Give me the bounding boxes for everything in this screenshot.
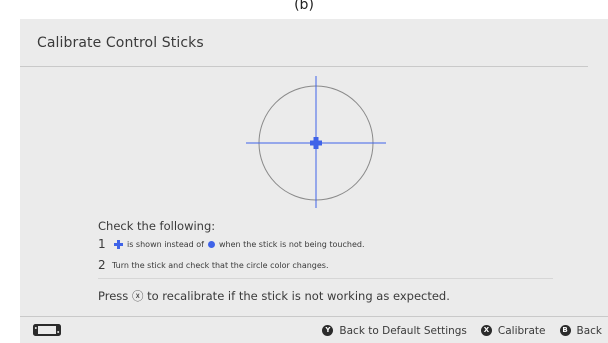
figure-label: (b): [294, 0, 314, 13]
checklist-heading: Check the following:: [98, 219, 216, 233]
page-title: Calibrate Control Sticks: [37, 35, 204, 51]
calibration-screen: Calibrate Control Sticks Check the follo…: [20, 19, 608, 343]
recalibrate-note: Press ⓧ to recalibrate if the stick is n…: [98, 288, 450, 304]
blue-plus-icon: [114, 239, 123, 249]
footer-actions: Y Back to Default Settings X Calibrate B…: [322, 317, 602, 343]
note-prefix: Press: [98, 289, 129, 303]
checklist-item-1: 1 is shown instead of when the stick is …: [98, 236, 365, 252]
page-header: Calibrate Control Sticks: [20, 19, 588, 67]
footer-bar: Y Back to Default Settings X Calibrate B…: [20, 316, 608, 343]
stick-center-plus-h: [310, 140, 322, 146]
back-button[interactable]: B Back: [559, 324, 603, 337]
x-button-icon: X: [480, 325, 492, 336]
back-to-default-settings-button[interactable]: Y Back to Default Settings: [322, 324, 467, 337]
action-label: Back: [576, 324, 603, 337]
checklist-text: is shown instead of: [127, 239, 204, 249]
checklist-text: when the stick is not being touched.: [218, 239, 365, 249]
stick-position-diagram: [246, 76, 386, 208]
checklist-number: 1: [98, 237, 106, 251]
y-button-icon: Y: [322, 325, 334, 336]
b-button-icon: B: [559, 325, 571, 336]
action-label: Calibrate: [497, 324, 546, 337]
calibrate-button[interactable]: X Calibrate: [480, 324, 546, 337]
blue-dot-icon: [207, 240, 215, 248]
action-label: Back to Default Settings: [339, 324, 467, 337]
checklist-item-2: 2 Turn the stick and check that the circ…: [98, 257, 329, 273]
checklist-number: 2: [98, 258, 106, 272]
note-suffix: to recalibrate if the stick is not worki…: [147, 289, 450, 303]
divider: [98, 278, 553, 279]
checklist-text: Turn the stick and check that the circle…: [112, 260, 329, 270]
x-button-symbol-icon: ⓧ: [131, 289, 144, 303]
switch-console-icon: [33, 324, 61, 336]
